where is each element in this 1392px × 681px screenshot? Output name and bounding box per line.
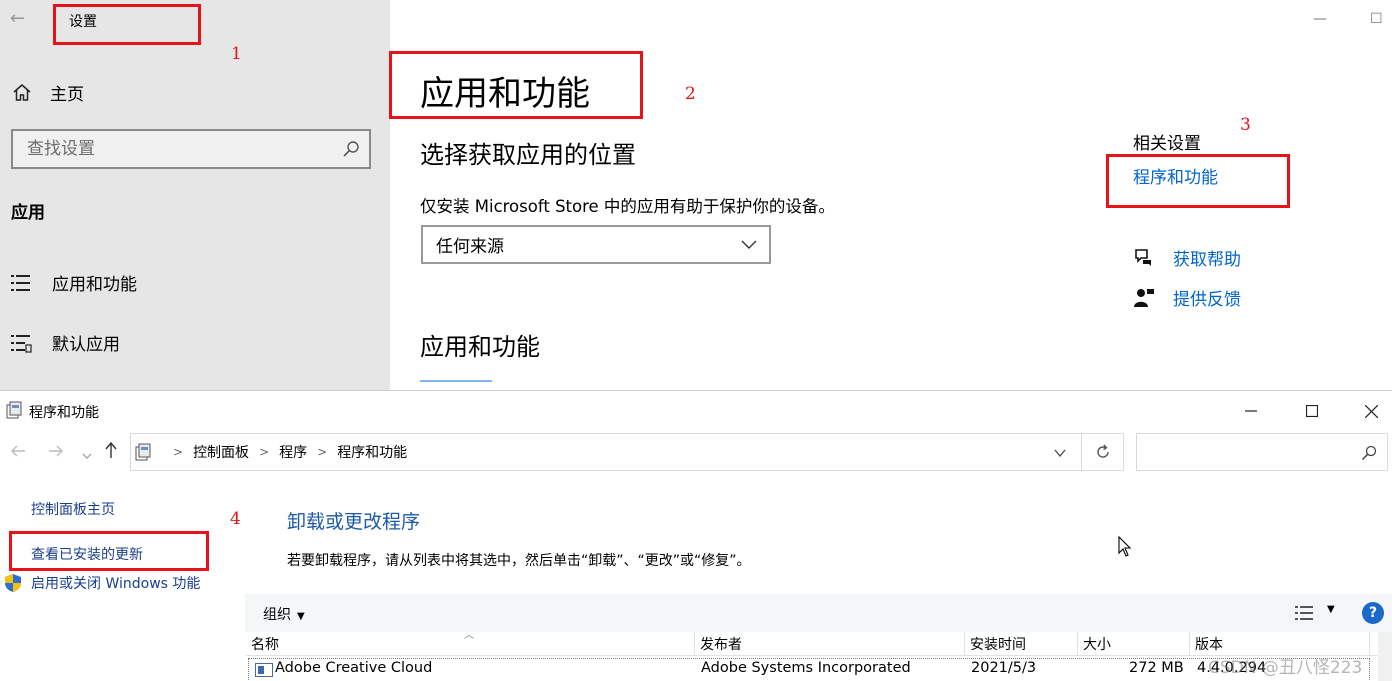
help-icon[interactable]: ? [1362, 602, 1384, 624]
search-icon[interactable] [1361, 445, 1377, 461]
settings-search-box[interactable] [11, 129, 371, 169]
programs-toolbar: 组织 ▼ ▼ ? [245, 594, 1392, 632]
control-panel-app-icon [6, 401, 22, 419]
organize-menu-button[interactable]: 组织 ▼ [263, 604, 305, 624]
caret-down-icon: ▼ [297, 611, 305, 622]
settings-sidebar: ← 设置 主页 应用 应用和功能 默认应用 [0, 0, 390, 390]
programs-search-box[interactable] [1136, 433, 1388, 471]
sidebar-item-home[interactable]: 主页 [12, 80, 84, 105]
annotation-number-4: 4 [230, 509, 241, 529]
breadcrumb-control-panel[interactable]: 控制面板 [193, 442, 249, 462]
uninstall-heading: 卸载或更改程序 [287, 511, 421, 533]
feedback-label: 提供反馈 [1173, 290, 1241, 310]
sidebar-item-default-apps[interactable]: 默认应用 [10, 330, 120, 355]
table-row[interactable]: Adobe Creative Cloud Adobe Systems Incor… [248, 658, 1370, 681]
sidebar-item-label: 默认应用 [52, 335, 120, 355]
chevron-down-icon [82, 453, 92, 459]
recent-locations-button[interactable] [82, 445, 92, 465]
breadcrumb-separator: > [259, 445, 270, 459]
programs-titlebar: 程序和功能 [0, 391, 1392, 429]
arrow-left-icon [11, 445, 25, 457]
chevron-down-icon [741, 240, 757, 249]
nav-back-button[interactable] [10, 443, 26, 463]
program-install-date: 2021/5/3 [971, 660, 1037, 676]
section-heading-install-source: 选择获取应用的位置 [420, 141, 636, 169]
sidebar-item-apps-features[interactable]: 应用和功能 [10, 270, 137, 295]
column-header-size[interactable]: 大小 [1078, 632, 1190, 656]
nav-up-button[interactable] [104, 441, 118, 464]
get-help-label: 获取帮助 [1173, 250, 1241, 270]
refresh-icon [1096, 444, 1109, 458]
control-panel-home-link[interactable]: 控制面板主页 [31, 499, 115, 519]
mouse-cursor-icon [1118, 536, 1132, 557]
address-bar-row: > 控制面板 > 程序 > 程序和功能 [0, 433, 1392, 473]
programs-search-input[interactable] [1137, 434, 1347, 470]
settings-search-input[interactable] [13, 131, 333, 167]
view-installed-updates-link[interactable]: 查看已安装的更新 [31, 544, 143, 564]
watermark-text: CSDN @丑八怪223 [1208, 658, 1363, 678]
settings-window: ← 设置 主页 应用 应用和功能 默认应用 — ☐ 应用和功能 选择获取应用的位… [0, 0, 1392, 390]
close-button[interactable] [1348, 395, 1392, 427]
related-settings-title: 相关设置 [1133, 134, 1201, 154]
vertical-scrollbar[interactable] [1378, 632, 1392, 681]
maximize-button[interactable] [1289, 395, 1335, 427]
settings-minimize-button[interactable]: — [1313, 11, 1327, 27]
address-history-dropdown-icon[interactable] [1053, 446, 1067, 460]
programs-features-link[interactable]: 程序和功能 [1133, 163, 1218, 188]
section-heading-apps: 应用和功能 [420, 333, 540, 361]
programs-window-title: 程序和功能 [29, 405, 99, 421]
get-help-link[interactable]: 获取帮助 [1133, 245, 1241, 270]
organize-label: 组织 [263, 607, 291, 623]
column-header-name[interactable]: 名称 [246, 632, 695, 656]
feedback-person-icon [1134, 288, 1154, 307]
windows-features-link[interactable]: 启用或关闭 Windows 功能 [4, 573, 200, 593]
breadcrumb-separator: > [173, 445, 184, 459]
sidebar-item-label: 应用和功能 [52, 275, 137, 295]
arrow-up-icon [105, 441, 117, 458]
program-size: 272 MB [1129, 660, 1184, 676]
arrow-right-icon [49, 445, 63, 457]
program-app-icon [255, 663, 273, 677]
default-apps-icon [11, 334, 32, 353]
apps-list-icon [11, 274, 30, 291]
settings-window-title: 设置 [69, 14, 97, 30]
details-view-icon[interactable] [1295, 605, 1313, 621]
clipped-link [420, 380, 492, 390]
windows-features-label: 启用或关闭 Windows 功能 [31, 576, 201, 592]
install-source-description: 仅安装 Microsoft Store 中的应用有助于保护你的设备。 [420, 197, 835, 216]
sidebar-item-label: 主页 [50, 85, 84, 105]
maximize-icon [1306, 405, 1318, 417]
breadcrumb-separator: > [317, 445, 328, 459]
search-icon[interactable] [342, 140, 360, 158]
column-header-publisher[interactable]: 发布者 [695, 632, 965, 656]
annotation-number-2: 2 [685, 84, 696, 104]
view-options-dropdown[interactable]: ▼ [1327, 604, 1335, 615]
minimize-button[interactable] [1228, 395, 1274, 427]
annotation-number-3: 3 [1240, 115, 1251, 135]
breadcrumb-programs-features[interactable]: 程序和功能 [337, 442, 407, 462]
install-source-dropdown[interactable]: 任何来源 [421, 225, 771, 264]
program-name: Adobe Creative Cloud [275, 660, 433, 676]
page-title: 应用和功能 [420, 74, 590, 114]
feedback-link[interactable]: 提供反馈 [1133, 285, 1241, 310]
back-button[interactable]: ← [10, 8, 25, 29]
uninstall-instructions: 若要卸载程序，请从列表中将其选中，然后单击“卸载”、“更改”或“修复”。 [287, 553, 751, 569]
shield-icon [5, 574, 21, 592]
nav-forward-button[interactable] [48, 443, 64, 463]
programs-window: 程序和功能 > 控制面板 > 程序 > 程序和功能 控制面板主页 查看已安装的更… [0, 390, 1392, 681]
sidebar-section-title: 应用 [11, 203, 45, 223]
refresh-button[interactable] [1082, 433, 1124, 471]
control-panel-icon [135, 443, 151, 461]
settings-maximize-button[interactable]: ☐ [1370, 11, 1383, 27]
address-bar[interactable]: > 控制面板 > 程序 > 程序和功能 [130, 433, 1082, 471]
column-header-installed[interactable]: 安装时间 [965, 632, 1078, 656]
chat-help-icon [1135, 248, 1151, 266]
home-icon [13, 83, 31, 101]
close-icon [1364, 404, 1378, 418]
program-publisher: Adobe Systems Incorporated [701, 660, 911, 676]
minimize-icon [1245, 410, 1257, 412]
annotation-number-1: 1 [231, 44, 242, 64]
dropdown-value: 任何来源 [436, 237, 504, 257]
breadcrumb-programs[interactable]: 程序 [279, 442, 307, 462]
